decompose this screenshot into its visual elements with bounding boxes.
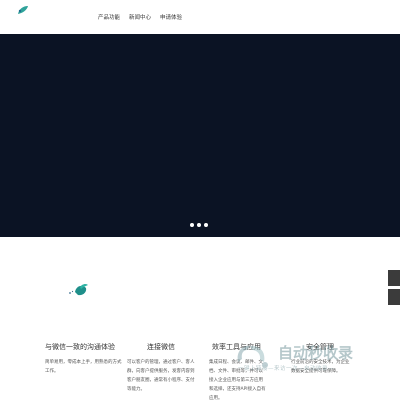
watermark-title: 自动秒收录: [278, 344, 354, 362]
side-chat-button[interactable]: [388, 270, 400, 286]
side-top-button[interactable]: [388, 289, 400, 305]
feature-title: 连接微信: [147, 343, 175, 351]
feature-card: 与微信一致的沟通体验 简单易用，零成本上手，用熟悉的方式工作。: [45, 342, 125, 376]
nav-item-apply[interactable]: 申请体验: [160, 13, 182, 21]
feature-description: 可以客户的管理，通过客户、客人群，向客户提供服务，发客内容到客户朋友圈，通常有小…: [127, 360, 195, 392]
nav-item-news[interactable]: 新闻中心: [129, 13, 151, 21]
nav-item-features[interactable]: 产品功能: [98, 13, 120, 21]
feature-title: 与微信一致的沟通体验: [45, 343, 115, 351]
site-header: 产品功能 新闻中心 申请体验: [0, 0, 400, 34]
feature-card: 连接微信 可以客户的管理，通过客户、客人群，向客户提供服务，发客内容到客户朋友圈…: [127, 342, 197, 394]
carousel-dot[interactable]: [190, 223, 194, 227]
carousel-indicators: [190, 222, 212, 228]
main-nav: 产品功能 新闻中心 申请体验: [0, 13, 400, 23]
hero-banner: [0, 34, 400, 237]
carousel-dot[interactable]: [204, 223, 208, 227]
carousel-dot[interactable]: [197, 223, 201, 227]
feature-description: 简单易用，零成本上手，用熟悉的方式工作。: [45, 360, 122, 374]
watermark: 自动秒收录 一键上链接—来访一次—自动收录—: [232, 340, 392, 378]
watermark-subtitle: 一键上链接—来访一次—自动收录—: [238, 366, 335, 372]
bird-illustration-icon: [69, 283, 88, 296]
